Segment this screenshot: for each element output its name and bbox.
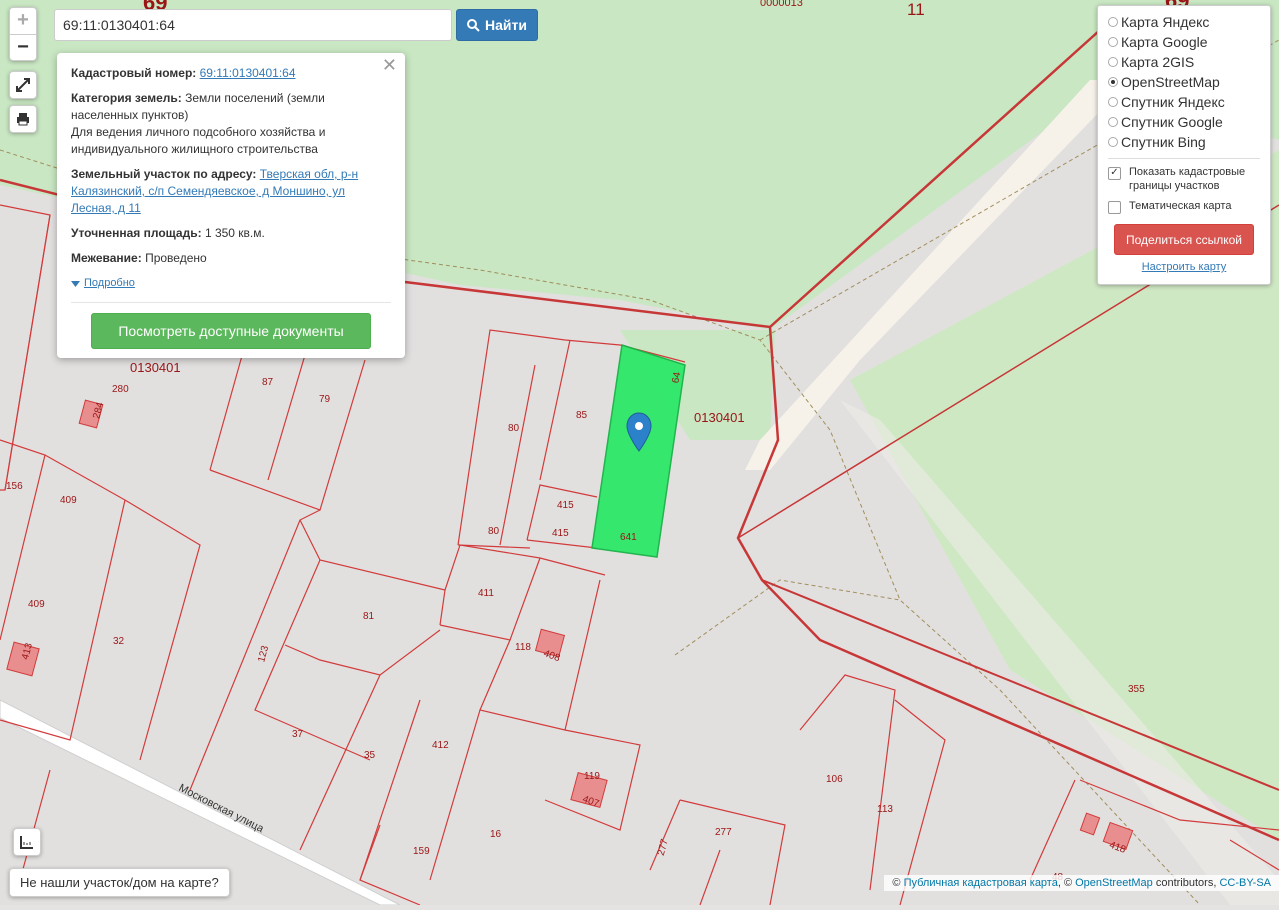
caret-down-icon bbox=[71, 280, 80, 287]
parcel-info-popup: ✕ Кадастровый номер: 69:11:0130401:64 Ка… bbox=[57, 53, 405, 358]
svg-text:119: 119 bbox=[584, 771, 600, 782]
basemap-option-label: Карта Google bbox=[1121, 34, 1208, 50]
search-button-label: Найти bbox=[485, 17, 527, 33]
svg-text:16: 16 bbox=[490, 829, 502, 840]
basemap-option[interactable]: Спутник Google bbox=[1108, 112, 1260, 132]
quarter-label: 0130401 bbox=[694, 410, 745, 425]
details-toggle[interactable]: Подробно bbox=[71, 275, 391, 292]
svg-text:355: 355 bbox=[1128, 684, 1145, 695]
basemap-option-label: OpenStreetMap bbox=[1121, 74, 1220, 90]
search-icon bbox=[467, 18, 480, 32]
svg-text:87: 87 bbox=[262, 377, 274, 388]
cadastral-map-link[interactable]: Публичная кадастровая карта bbox=[904, 877, 1058, 889]
svg-text:79: 79 bbox=[319, 394, 331, 405]
survey-label: Межевание: bbox=[71, 251, 142, 265]
attribution-separator: , © bbox=[1057, 877, 1073, 889]
svg-text:37: 37 bbox=[292, 729, 304, 740]
svg-text:80: 80 bbox=[488, 526, 500, 537]
svg-text:35: 35 bbox=[364, 750, 376, 761]
show-borders-label: Показать кадастровые границы участков bbox=[1129, 166, 1246, 192]
quarter-label: 0130401 bbox=[130, 360, 181, 375]
svg-text:113: 113 bbox=[877, 804, 893, 815]
basemap-option-label: Карта 2GIS bbox=[1121, 54, 1195, 70]
zoom-out-button[interactable]: − bbox=[10, 35, 36, 61]
expand-icon bbox=[16, 78, 30, 92]
cadastral-number-link[interactable]: 69:11:0130401:64 bbox=[200, 66, 296, 80]
radio-button[interactable] bbox=[1108, 97, 1118, 107]
radio-button[interactable] bbox=[1108, 57, 1118, 67]
svg-text:11: 11 bbox=[907, 0, 925, 19]
print-button[interactable] bbox=[9, 105, 37, 133]
popup-divider bbox=[71, 302, 391, 303]
svg-text:106: 106 bbox=[826, 774, 843, 785]
search-button[interactable]: Найти bbox=[456, 9, 538, 41]
svg-text:118: 118 bbox=[515, 642, 531, 653]
basemap-option[interactable]: Карта Google bbox=[1108, 32, 1260, 52]
layer-divider bbox=[1108, 158, 1260, 159]
zoom-in-button[interactable]: + bbox=[10, 8, 36, 35]
measure-button[interactable] bbox=[13, 828, 41, 856]
basemap-option[interactable]: Карта 2GIS bbox=[1108, 52, 1260, 72]
not-found-button[interactable]: Не нашли участок/дом на карте? bbox=[9, 868, 230, 897]
svg-text:0000013: 0000013 bbox=[760, 0, 803, 9]
configure-map-link[interactable]: Настроить карту bbox=[1108, 261, 1260, 273]
cadastral-label: Кадастровый номер: bbox=[71, 66, 197, 80]
contributors-text: contributors, bbox=[1155, 877, 1217, 889]
usage-value: Для ведения личного подсобного хозяйства… bbox=[71, 125, 326, 156]
survey-value: Проведено bbox=[145, 251, 207, 265]
zoom-control: + − bbox=[9, 7, 37, 61]
svg-text:80: 80 bbox=[508, 423, 520, 434]
svg-text:156: 156 bbox=[6, 481, 23, 492]
show-borders-toggle[interactable]: ✓ Показать кадастровые границы участков bbox=[1108, 165, 1260, 193]
svg-text:85: 85 bbox=[576, 410, 588, 421]
printer-icon bbox=[17, 113, 29, 126]
show-borders-checkbox[interactable]: ✓ bbox=[1108, 167, 1121, 180]
basemap-options: Карта Яндекс Карта Google Карта 2GIS OpenSt… bbox=[1108, 12, 1260, 152]
svg-text:81: 81 bbox=[363, 611, 375, 622]
copyright-sign: © bbox=[892, 877, 901, 889]
svg-text:409: 409 bbox=[28, 599, 45, 610]
thematic-map-label: Тематическая карта bbox=[1129, 200, 1232, 212]
radio-button[interactable] bbox=[1108, 77, 1118, 87]
area-value: 1 350 кв.м. bbox=[204, 226, 265, 240]
close-icon[interactable]: ✕ bbox=[382, 56, 397, 74]
radio-button[interactable] bbox=[1108, 37, 1118, 47]
attribution: © Публичная кадастровая карта, © OpenStr… bbox=[884, 875, 1279, 891]
radio-button[interactable] bbox=[1108, 117, 1118, 127]
svg-text:159: 159 bbox=[413, 846, 430, 857]
view-documents-button[interactable]: Посмотреть доступные документы bbox=[91, 313, 371, 349]
svg-text:411: 411 bbox=[478, 588, 494, 599]
svg-text:280: 280 bbox=[112, 384, 129, 395]
basemap-option[interactable]: Карта Яндекс bbox=[1108, 12, 1260, 32]
svg-text:415: 415 bbox=[552, 528, 569, 539]
search-input[interactable] bbox=[54, 9, 452, 41]
svg-text:412: 412 bbox=[432, 740, 449, 751]
basemap-option[interactable]: OpenStreetMap bbox=[1108, 72, 1260, 92]
basemap-option-label: Спутник Google bbox=[1121, 114, 1223, 130]
basemap-option[interactable]: Спутник Яндекс bbox=[1108, 92, 1260, 112]
basemap-option[interactable]: Спутник Bing bbox=[1108, 132, 1260, 152]
address-label: Земельный участок по адресу: bbox=[71, 167, 257, 181]
basemap-option-label: Спутник Яндекс bbox=[1121, 94, 1225, 110]
license-link[interactable]: CC-BY-SA bbox=[1219, 877, 1271, 889]
svg-text:415: 415 bbox=[557, 500, 574, 511]
area-label: Уточненная площадь: bbox=[71, 226, 202, 240]
thematic-map-toggle[interactable]: Тематическая карта bbox=[1108, 199, 1260, 214]
radio-button[interactable] bbox=[1108, 137, 1118, 147]
share-link-button[interactable]: Поделиться ссылкой bbox=[1114, 224, 1254, 255]
svg-text:409: 409 bbox=[60, 495, 77, 506]
category-label: Категория земель: bbox=[71, 91, 182, 105]
fullscreen-button[interactable] bbox=[9, 71, 37, 99]
radio-button[interactable] bbox=[1108, 17, 1118, 27]
thematic-map-checkbox[interactable] bbox=[1108, 201, 1121, 214]
layer-switcher: Карта Яндекс Карта Google Карта 2GIS OpenSt… bbox=[1097, 5, 1271, 285]
svg-text:641: 641 bbox=[620, 532, 637, 543]
basemap-option-label: Спутник Bing bbox=[1121, 134, 1206, 150]
details-link[interactable]: Подробно bbox=[84, 275, 135, 292]
svg-text:32: 32 bbox=[113, 636, 125, 647]
ruler-square-icon bbox=[20, 836, 33, 849]
svg-text:277: 277 bbox=[715, 827, 732, 838]
basemap-option-label: Карта Яндекс bbox=[1121, 14, 1210, 30]
osm-link[interactable]: OpenStreetMap bbox=[1075, 877, 1153, 889]
